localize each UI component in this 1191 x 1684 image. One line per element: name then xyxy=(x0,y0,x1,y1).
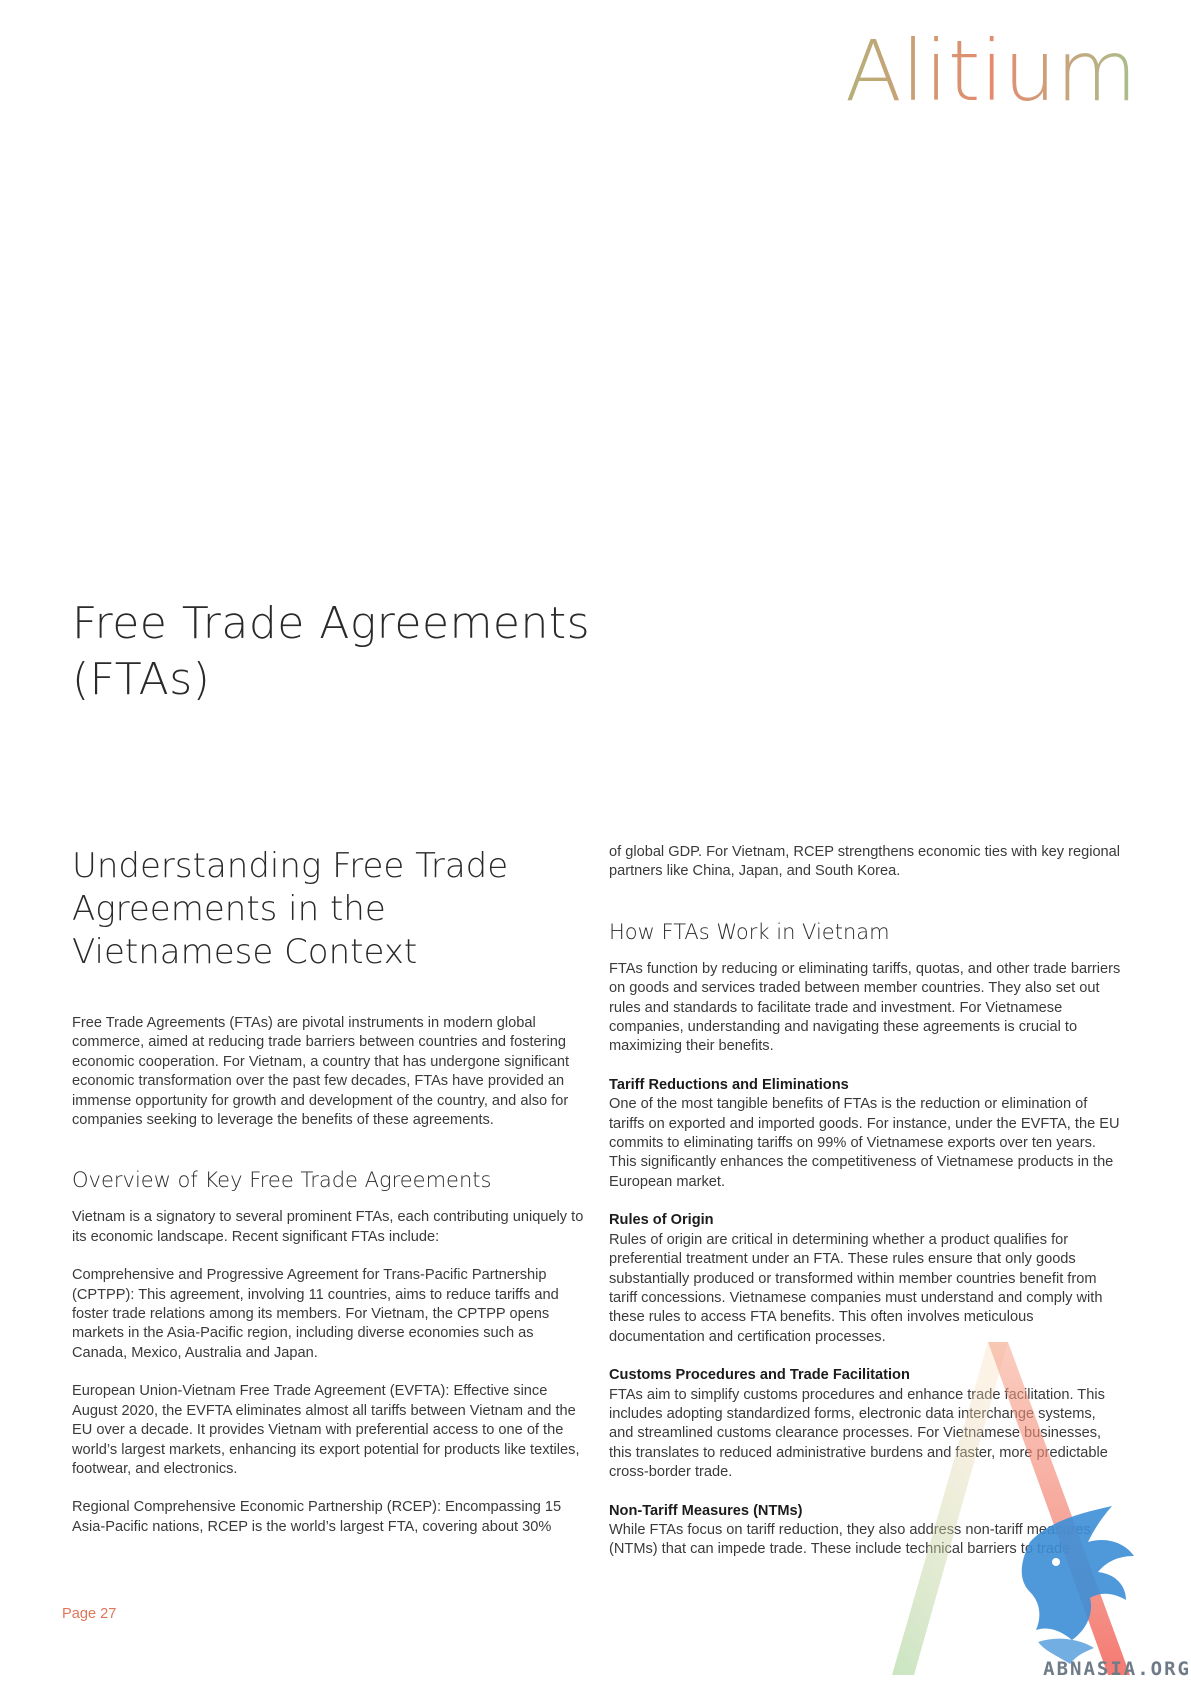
origin-section: Rules of Origin Rules of origin are crit… xyxy=(609,1211,1121,1347)
tariff-text: One of the most tangible benefits of FTA… xyxy=(609,1096,1120,1190)
cptpp-paragraph: Comprehensive and Progressive Agreement … xyxy=(72,1267,559,1361)
intro-paragraph: Free Trade Agreements (FTAs) are pivotal… xyxy=(72,1015,570,1129)
page-number: Page 27 xyxy=(62,1606,117,1622)
left-column: Understanding Free Trade Agreements in t… xyxy=(72,845,587,1556)
evfta-paragraph: European Union-Vietnam Free Trade Agreem… xyxy=(72,1383,580,1477)
origin-heading: Rules of Origin xyxy=(609,1212,714,1229)
overview-heading: Overview of Key Free Trade Agreements xyxy=(72,1168,492,1193)
overview-intro: Vietnam is a signatory to several promin… xyxy=(72,1209,584,1245)
watermark-text: ABNASIA.ORG xyxy=(1043,1658,1191,1680)
watermark: ABNASIA.ORG xyxy=(892,1342,1191,1680)
rcep-continued: of global GDP. For Vietnam, RCEP strengt… xyxy=(609,844,1121,880)
rcep-paragraph: Regional Comprehensive Economic Partners… xyxy=(72,1499,562,1535)
tariff-section: Tariff Reductions and Eliminations One o… xyxy=(609,1076,1121,1192)
how-ftas-intro: FTAs function by reducing or eliminating… xyxy=(609,960,1121,1055)
section-title: Understanding Free Trade Agreements in t… xyxy=(72,846,509,972)
tariff-heading: Tariff Reductions and Eliminations xyxy=(609,1076,849,1093)
chapter-title: Free Trade Agreements (FTAs) xyxy=(72,598,591,705)
a-mark-left-leg xyxy=(892,1342,1008,1675)
logo-wordmark: Alitium xyxy=(845,22,1137,120)
alitium-logo: Alitium xyxy=(845,22,1137,120)
how-ftas-work-heading: How FTAs Work in Vietnam xyxy=(609,919,890,944)
